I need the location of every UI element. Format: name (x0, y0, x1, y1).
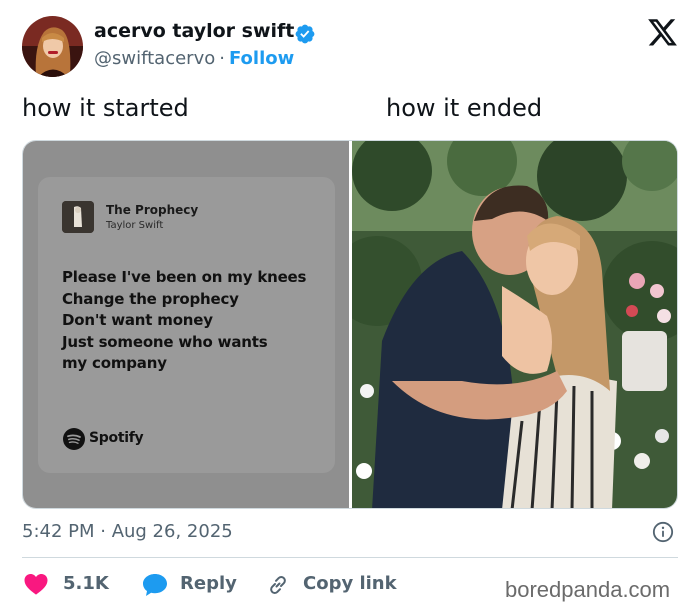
like-count: 5.1K (63, 573, 109, 594)
copy-link-label: Copy link (303, 573, 397, 594)
tweet-text-left: how it started (22, 94, 189, 122)
avatar[interactable] (22, 16, 83, 77)
verified-badge-icon (295, 24, 315, 44)
couple-photo-icon (352, 141, 677, 508)
divider (22, 557, 678, 558)
media-image-left[interactable]: The Prophecy Taylor Swift Please I've be… (23, 141, 349, 508)
tweet-media[interactable]: The Prophecy Taylor Swift Please I've be… (22, 140, 678, 509)
link-icon (270, 576, 286, 594)
lyric-line: Please I've been on my knees (62, 268, 307, 286)
spotify-lyrics-card: The Prophecy Taylor Swift Please I've be… (38, 177, 335, 473)
tweet-text-right: how it ended (386, 94, 543, 122)
tweet-timestamp[interactable]: 5:42 PM · Aug 26, 2025 (22, 521, 233, 542)
reply-bubble-icon (143, 574, 167, 596)
heart-icon (24, 574, 48, 595)
lyric-line: Just someone who wants (62, 332, 268, 351)
lyric-line: Change the prophecy (62, 289, 239, 308)
tweet-header: acervo taylor swift @swiftacervo · Follow (0, 0, 700, 85)
song-title: The Prophecy (106, 203, 199, 217)
media-image-right[interactable] (352, 141, 677, 508)
reply-label: Reply (180, 573, 237, 594)
user-handle[interactable]: @swiftacervo (94, 48, 215, 69)
handle-row: @swiftacervo · Follow (94, 48, 294, 69)
watermark: boredpanda.com (505, 577, 671, 602)
display-name[interactable]: acervo taylor swift (94, 20, 294, 42)
handle-separator: · (219, 48, 225, 69)
follow-button[interactable]: Follow (229, 48, 294, 69)
lyrics: Please I've been on my knees Change the … (62, 267, 306, 375)
album-art-icon (62, 201, 94, 233)
song-artist: Taylor Swift (106, 220, 164, 231)
x-logo-icon[interactable] (648, 19, 678, 47)
spotify-label: Spotify (89, 430, 144, 446)
info-icon[interactable] (652, 521, 674, 543)
lyric-line: my company (62, 354, 167, 373)
lyric-line: Don't want money (62, 311, 213, 330)
spotify-icon (63, 428, 85, 450)
